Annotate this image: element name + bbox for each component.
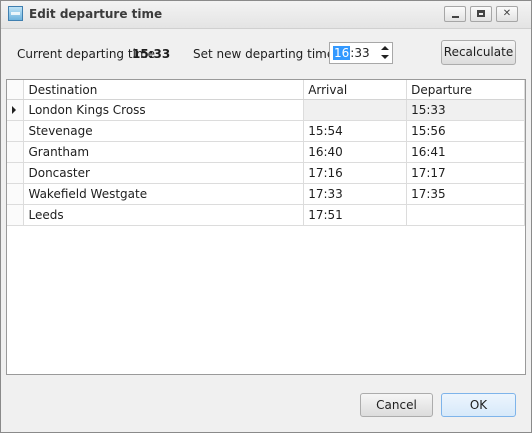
time-settings-row: Current departing time 15:33 Set new dep… <box>1 28 531 78</box>
arrival-cell[interactable]: 17:51 <box>303 204 408 226</box>
stops-table: Destination Arrival Departure London Kin… <box>7 80 525 226</box>
destination-cell[interactable]: Wakefield Westgate <box>23 183 305 205</box>
window-title: Edit departure time <box>29 7 163 21</box>
table-row[interactable]: Doncaster 17:16 17:17 <box>7 162 525 184</box>
maximize-icon <box>477 10 485 17</box>
decrement-arrow-icon[interactable] <box>381 55 389 59</box>
current-departing-value: 15:33 <box>132 47 171 61</box>
row-indicator[interactable] <box>7 120 25 142</box>
arrival-cell[interactable]: 17:33 <box>303 183 408 205</box>
stops-grid[interactable]: Destination Arrival Departure London Kin… <box>6 79 526 375</box>
minimize-button[interactable] <box>444 6 466 22</box>
departure-cell[interactable]: 16:41 <box>406 141 525 163</box>
close-button[interactable]: ✕ <box>496 6 518 22</box>
current-row-arrow-icon <box>12 106 16 114</box>
app-icon <box>8 6 23 21</box>
row-indicator-header <box>7 80 25 100</box>
destination-cell[interactable]: Grantham <box>23 141 305 163</box>
row-indicator[interactable] <box>7 204 25 226</box>
departure-cell[interactable]: 17:35 <box>406 183 525 205</box>
maximize-button[interactable] <box>470 6 492 22</box>
row-indicator[interactable] <box>7 141 25 163</box>
arrival-cell[interactable]: 16:40 <box>303 141 408 163</box>
destination-cell[interactable]: London Kings Cross <box>23 99 305 121</box>
column-header-arrival[interactable]: Arrival <box>303 80 408 100</box>
column-header-departure[interactable]: Departure <box>406 80 525 100</box>
table-row[interactable]: Stevenage 15:54 15:56 <box>7 120 525 142</box>
destination-cell[interactable]: Stevenage <box>23 120 305 142</box>
cancel-button[interactable]: Cancel <box>360 393 433 417</box>
ok-button[interactable]: OK <box>441 393 516 417</box>
table-row[interactable]: London Kings Cross 15:33 <box>7 99 525 121</box>
destination-cell[interactable]: Doncaster <box>23 162 305 184</box>
edit-departure-dialog: Edit departure time ✕ Current departing … <box>0 0 532 433</box>
increment-arrow-icon[interactable] <box>381 46 389 50</box>
hour-segment[interactable]: 16 <box>333 46 351 60</box>
dialog-footer: Cancel OK <box>1 376 531 432</box>
row-indicator[interactable] <box>7 162 25 184</box>
departure-cell[interactable]: 15:33 <box>406 99 525 121</box>
title-bar[interactable]: Edit departure time ✕ <box>1 1 531 29</box>
row-indicator[interactable] <box>7 183 25 205</box>
row-indicator[interactable] <box>7 99 25 121</box>
table-header-row: Destination Arrival Departure <box>7 80 525 100</box>
departure-time-spinner[interactable]: 16:33 <box>329 42 393 64</box>
column-header-destination[interactable]: Destination <box>23 80 305 100</box>
departure-time-value[interactable]: 16:33 <box>333 46 370 60</box>
arrival-cell[interactable] <box>303 99 408 121</box>
close-icon: ✕ <box>502 8 512 19</box>
departure-cell[interactable]: 15:56 <box>406 120 525 142</box>
arrival-cell[interactable]: 17:16 <box>303 162 408 184</box>
destination-cell[interactable]: Leeds <box>23 204 305 226</box>
table-row[interactable]: Wakefield Westgate 17:33 17:35 <box>7 183 525 205</box>
minimize-icon <box>452 16 459 18</box>
minute-segment[interactable]: :33 <box>350 46 369 60</box>
new-departing-label: Set new departing time <box>193 47 335 61</box>
spinner-arrows[interactable] <box>379 44 391 62</box>
departure-cell[interactable] <box>406 204 525 226</box>
table-row[interactable]: Grantham 16:40 16:41 <box>7 141 525 163</box>
arrival-cell[interactable]: 15:54 <box>303 120 408 142</box>
recalculate-button[interactable]: Recalculate <box>441 40 516 65</box>
table-row[interactable]: Leeds 17:51 <box>7 204 525 226</box>
departure-cell[interactable]: 17:17 <box>406 162 525 184</box>
